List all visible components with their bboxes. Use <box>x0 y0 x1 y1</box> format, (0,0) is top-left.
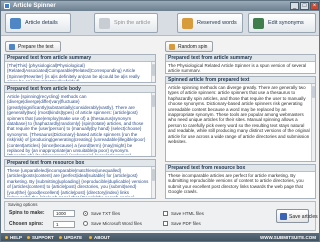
save-articles-button[interactable]: Save articles <box>276 209 318 223</box>
title-bar[interactable]: Article Spinner _ □ × <box>1 1 319 11</box>
scroll-thumb[interactable] <box>152 95 155 107</box>
book-icon <box>182 18 193 29</box>
summary-prepared-panel: Prepared text from article summary {The|… <box>4 54 156 83</box>
document-icon <box>10 18 21 29</box>
website-link[interactable]: WWW.SUBMITSUITE.COM <box>260 235 316 240</box>
summary-spun-text[interactable]: The Physiological Related Article Spinne… <box>168 63 310 72</box>
pencil-icon <box>253 18 264 29</box>
panel-header: Prepared text from article body <box>5 86 155 93</box>
tab-edit-synonyms[interactable]: Edit synonyms <box>248 13 316 33</box>
body-spun-panel: Spinned article from prepared text Artic… <box>165 76 316 162</box>
help-label: HELP <box>10 235 23 240</box>
scrollbar[interactable] <box>151 167 155 198</box>
panel-header: Prepared text from resource box <box>166 165 315 172</box>
close-button[interactable]: × <box>310 2 319 10</box>
window-title: Article Spinner <box>13 3 56 9</box>
about-icon <box>89 236 92 240</box>
scrollbar[interactable] <box>151 62 155 82</box>
update-link[interactable]: UPDATE <box>59 235 82 240</box>
panel-header: Prepared text from resource box <box>5 160 155 167</box>
saving-options-title: Saving options <box>8 202 38 207</box>
scroll-thumb[interactable] <box>312 86 315 98</box>
random-label: Random spin <box>178 44 208 50</box>
prepare-icon <box>9 44 15 50</box>
help-icon <box>5 236 8 240</box>
status-bar: HELP SUPPORT UPDATE ABOUT WWW.SUBMITSUIT… <box>1 233 319 241</box>
chosen-label: Chosen spins: <box>9 221 44 227</box>
shuffle-icon <box>169 44 175 50</box>
tab-article-details[interactable]: Article details <box>5 13 71 33</box>
spin-icon <box>99 18 110 29</box>
scroll-thumb[interactable] <box>152 64 155 76</box>
minimize-button[interactable]: _ <box>290 2 299 10</box>
word-radio[interactable] <box>83 221 88 226</box>
tab-label: Spin the article <box>114 20 151 26</box>
saving-options-group: Saving options Spins to make: 1000 Chose… <box>4 201 318 231</box>
tab-label: Reserved words <box>197 20 237 26</box>
random-spin-button[interactable]: Random spin <box>165 41 213 52</box>
body-prepared-panel: Prepared text from article body Article … <box>4 85 156 157</box>
body-spun-text[interactable]: Article spinning methods can diverge gre… <box>168 85 310 160</box>
txt-radio[interactable] <box>83 211 88 216</box>
panel-header: Prepared text from article summary <box>5 55 155 62</box>
summary-prepared-text[interactable]: {The|This} {physiological|Physiological}… <box>7 63 150 81</box>
update-icon <box>59 236 62 240</box>
tab-label: Edit synonyms <box>268 20 304 26</box>
tab-label: Article details <box>25 20 58 26</box>
resource-prepared-panel: Prepared text from resource box These {u… <box>4 159 156 199</box>
spins-input[interactable]: 1000 <box>53 210 75 217</box>
prepare-text-button[interactable]: Prepare the text <box>5 41 61 52</box>
txt-radio-label[interactable]: Save TXT files <box>91 211 120 217</box>
html-checkbox[interactable] <box>163 211 168 216</box>
app-window: Article Spinner _ □ × Article details Sp… <box>0 0 320 242</box>
about-label: ABOUT <box>94 235 110 240</box>
support-label: SUPPORT <box>32 235 54 240</box>
summary-spun-panel: Prepared text from article summary The P… <box>165 54 316 74</box>
spins-label: Spins to make: <box>9 210 45 216</box>
main-toolbar: Article details Spin the article Reserve… <box>1 11 319 36</box>
app-icon <box>4 3 10 9</box>
chosen-input[interactable]: 1 <box>53 221 75 228</box>
html-checkbox-label[interactable]: Save HTML files <box>171 211 204 217</box>
help-link[interactable]: HELP <box>5 235 22 240</box>
scrollbar[interactable] <box>311 84 315 161</box>
update-label: UPDATE <box>64 235 83 240</box>
support-icon <box>27 236 30 240</box>
maximize-button[interactable]: □ <box>300 2 309 10</box>
body-prepared-text[interactable]: Article {spinning|recycling} methods can… <box>7 94 150 155</box>
save-label: Save articles <box>289 214 318 220</box>
panel-header: Prepared text from article summary <box>166 55 315 62</box>
resource-spun-text[interactable]: These incomparable articles are perfect … <box>168 173 310 197</box>
tab-spin-the-article[interactable]: Spin the article <box>94 13 158 33</box>
resource-spun-panel: Prepared text from resource box These in… <box>165 164 316 199</box>
scroll-thumb[interactable] <box>152 169 155 181</box>
panel-header: Spinned article from prepared text <box>166 77 315 84</box>
pdf-checkbox[interactable] <box>163 221 168 226</box>
word-radio-label[interactable]: Save Microsoft Word files <box>91 221 142 227</box>
resource-prepared-text[interactable]: These {unparalleled|incomparable|matchle… <box>7 168 150 197</box>
tab-reserved-words[interactable]: Reserved words <box>177 13 243 33</box>
save-icon <box>280 213 287 220</box>
support-link[interactable]: SUPPORT <box>27 235 54 240</box>
scrollbar[interactable] <box>151 93 155 156</box>
prepare-label: Prepare the text <box>18 44 54 50</box>
about-link[interactable]: ABOUT <box>89 235 110 240</box>
pdf-checkbox-label[interactable]: Save PDF files <box>171 221 201 227</box>
